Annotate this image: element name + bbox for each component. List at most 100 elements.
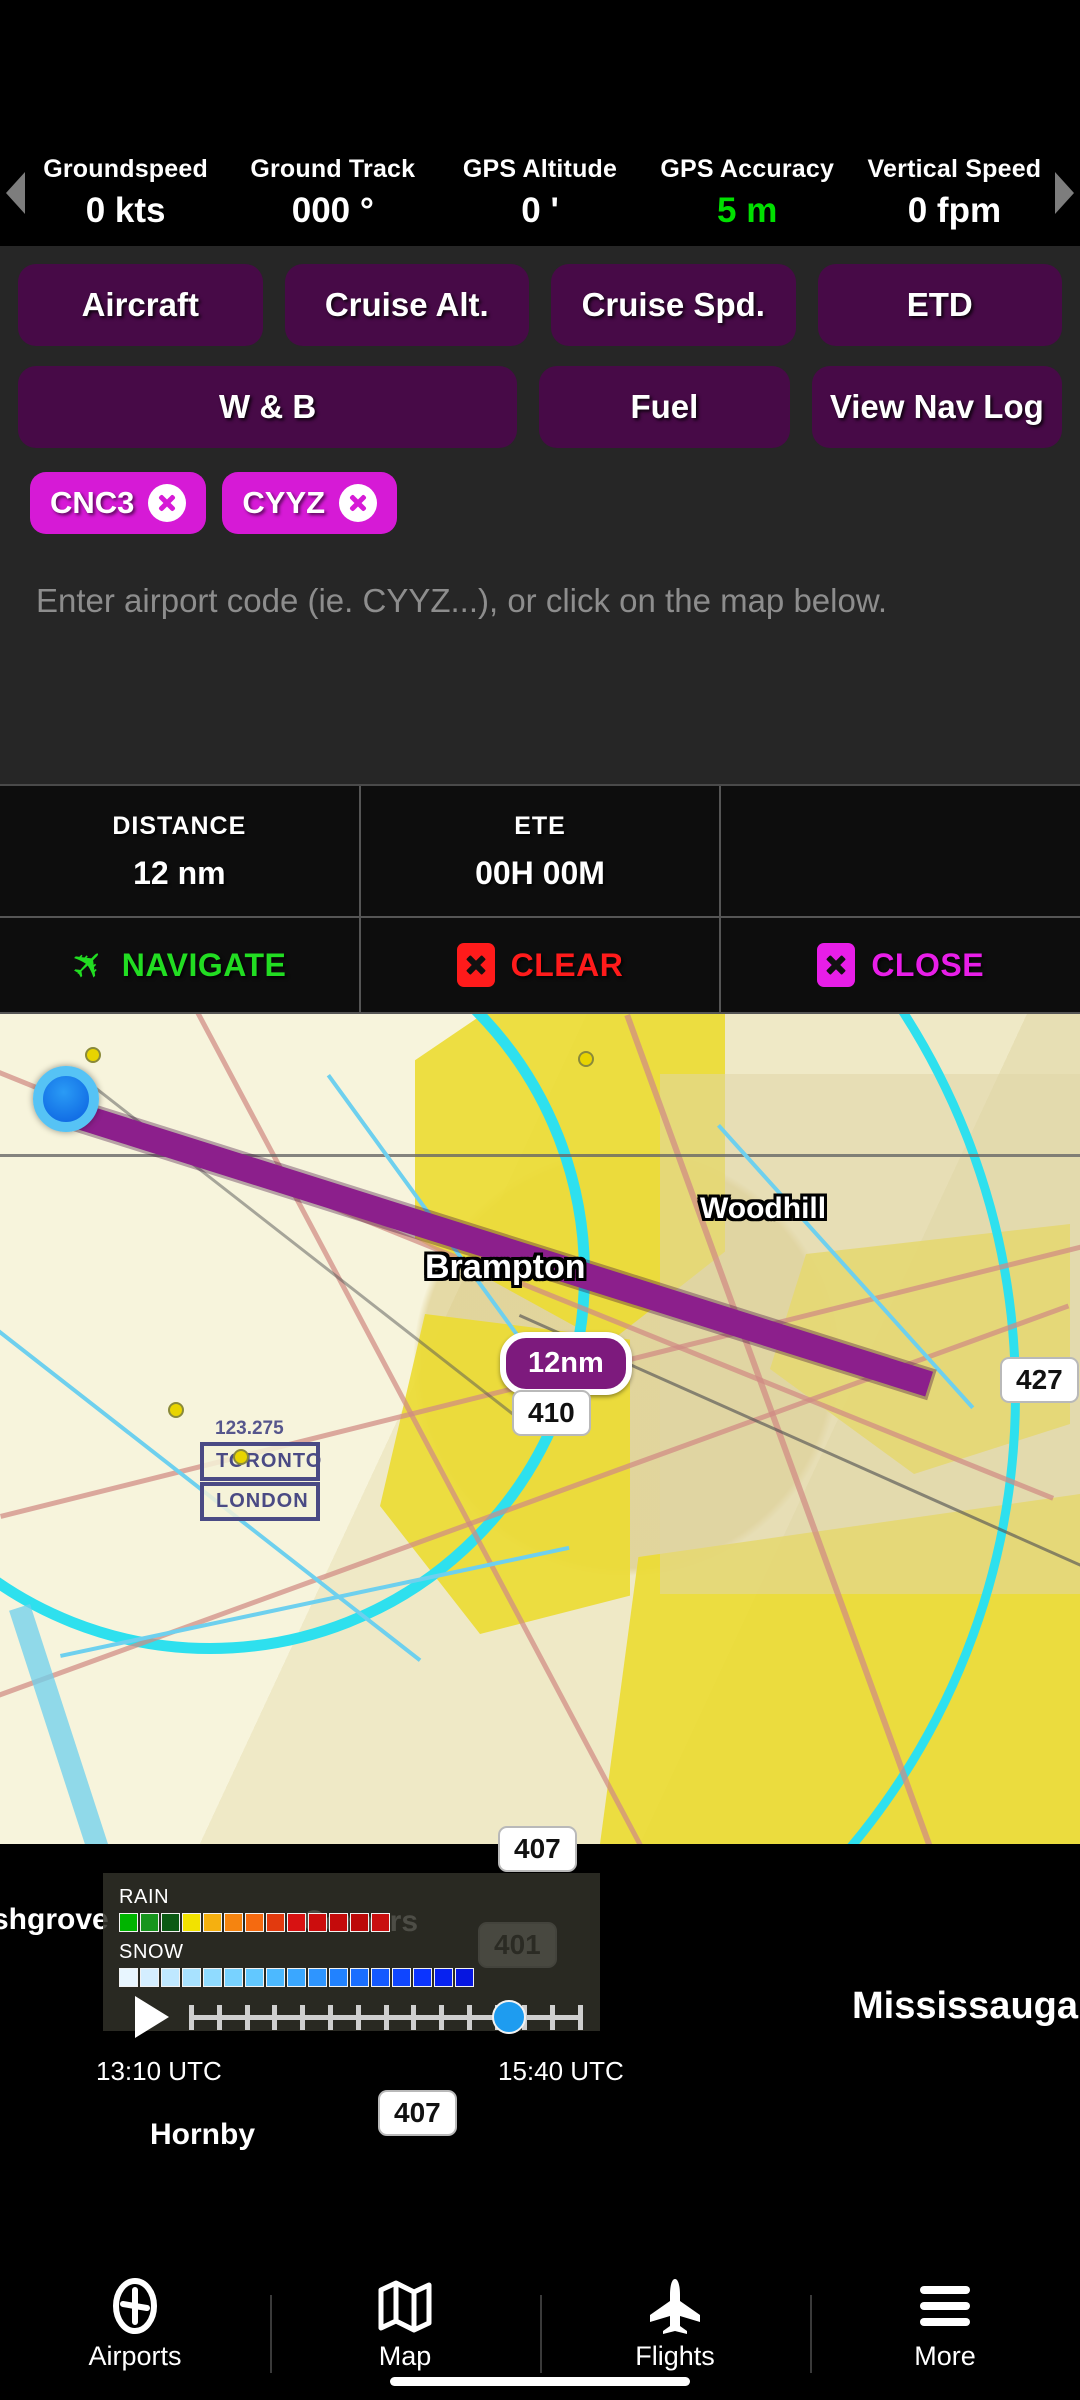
snow-swatch <box>413 1968 432 1987</box>
highway-shield-410: 410 <box>512 1390 591 1436</box>
gps-label: GPS Altitude <box>462 155 618 183</box>
app-root: Groundspeed 0 kts Ground Track 000 ° GPS… <box>0 0 1080 2400</box>
snow-swatch <box>455 1968 474 1987</box>
timeline-tick <box>355 2005 361 2030</box>
rain-swatch <box>329 1913 348 1932</box>
gps-label: Vertical Speed <box>867 155 1042 183</box>
metric-label: DISTANCE <box>112 812 247 840</box>
frequency-label: 123.275 <box>215 1418 284 1439</box>
waypoint-chip-label: CYYZ <box>242 485 326 520</box>
hamburger-menu-icon <box>810 2277 1080 2335</box>
timeline-tick <box>244 2005 250 2030</box>
waypoint-dot-1 <box>85 1047 101 1063</box>
timeline-knob[interactable] <box>492 2000 527 2034</box>
etd-button[interactable]: ETD <box>817 264 1062 346</box>
gps-value: 0 kts <box>85 191 166 230</box>
close-square-icon <box>817 943 856 987</box>
rain-swatch <box>287 1913 306 1932</box>
map-icon <box>270 2277 540 2335</box>
snow-swatch <box>119 1968 138 1987</box>
rain-swatch <box>371 1913 390 1932</box>
rain-swatch <box>350 1913 369 1932</box>
frequency-box-london: LONDON <box>200 1482 320 1521</box>
view-nav-log-button[interactable]: View Nav Log <box>811 366 1062 448</box>
snow-swatch <box>161 1968 180 1987</box>
close-button[interactable]: CLOSE <box>721 918 1080 1012</box>
metric-label: ETE <box>514 812 566 840</box>
radar-timeline-slider[interactable] <box>189 1996 583 2038</box>
place-label-brampton: Brampton <box>425 1248 586 1286</box>
planner-button-row-1: Aircraft Cruise Alt. Cruise Spd. ETD <box>18 264 1062 346</box>
timeline-tick <box>272 2005 278 2030</box>
gps-label: GPS Accuracy <box>660 155 835 183</box>
gps-cell-groundspeed[interactable]: Groundspeed 0 kts <box>22 155 229 231</box>
rain-swatch <box>245 1913 264 1932</box>
home-indicator <box>390 2377 690 2386</box>
clear-button[interactable]: CLEAR <box>361 918 722 1012</box>
snow-swatch <box>140 1968 159 1987</box>
fuel-button[interactable]: Fuel <box>539 366 790 448</box>
gps-label: Groundspeed <box>43 155 208 183</box>
gps-cell-gps-altitude[interactable]: GPS Altitude 0 ' <box>436 155 643 231</box>
timeline-tick <box>411 2005 417 2030</box>
cruise-spd-button[interactable]: Cruise Spd. <box>551 264 796 346</box>
timeline-tick <box>578 2005 583 2030</box>
timeline-tick <box>383 2005 389 2030</box>
snow-swatch <box>350 1968 369 1987</box>
cruise-alt-button[interactable]: Cruise Alt. <box>284 264 529 346</box>
snow-swatch <box>329 1968 348 1987</box>
weather-radar-panel[interactable]: RAIN SNOW <box>103 1873 600 2038</box>
nav-label: Map <box>378 2340 432 2371</box>
radar-start-time: 13:10 UTC <box>96 2056 222 2086</box>
snow-swatch <box>392 1968 411 1987</box>
highway-shield-407-b: 407 <box>378 2090 457 2136</box>
route-start-marker-cnc3[interactable] <box>33 1066 99 1132</box>
chevron-right-icon[interactable] <box>1055 172 1074 214</box>
navigate-button[interactable]: ✈ NAVIGATE <box>0 918 361 1012</box>
timeline-tick <box>439 2005 445 2030</box>
frequency-box-toronto: TORONTO <box>200 1442 321 1481</box>
close-label: CLOSE <box>871 946 985 983</box>
gps-label: Ground Track <box>250 155 416 183</box>
navigate-label: NAVIGATE <box>121 946 287 983</box>
metric-distance: DISTANCE 12 nm <box>0 786 361 916</box>
weight-balance-button[interactable]: W & B <box>18 366 518 448</box>
nav-label: Flights <box>635 2340 715 2371</box>
snow-swatch <box>245 1968 264 1987</box>
close-icon[interactable] <box>148 484 187 522</box>
waypoint-chip-label: CNC3 <box>50 485 135 520</box>
rain-swatch <box>266 1913 285 1932</box>
rain-swatch <box>161 1913 180 1932</box>
gps-value: 5 m <box>717 191 778 230</box>
gps-cell-gps-accuracy[interactable]: GPS Accuracy 5 m <box>644 155 851 231</box>
nav-item-more[interactable]: More <box>810 2277 1080 2373</box>
waypoint-chip-cnc3[interactable]: CNC3 <box>30 472 207 534</box>
aircraft-button[interactable]: Aircraft <box>18 264 263 346</box>
airport-code-input-hint[interactable]: Enter airport code (ie. CYYZ...), or cli… <box>18 534 1062 620</box>
highway-shield-407: 407 <box>498 1826 577 1872</box>
close-icon[interactable] <box>339 484 378 522</box>
nav-item-airports[interactable]: Airports <box>0 2277 270 2372</box>
snow-swatch <box>287 1968 306 1987</box>
metric-empty <box>721 786 1080 916</box>
close-square-icon <box>456 943 495 987</box>
highway-shield-427: 427 <box>1000 1357 1079 1403</box>
snow-swatch <box>308 1968 327 1987</box>
rain-swatch <box>308 1913 327 1932</box>
chevron-left-icon[interactable] <box>6 172 25 214</box>
timeline-tick <box>466 2005 472 2030</box>
nav-item-flights[interactable]: Flights <box>540 2277 810 2373</box>
play-icon[interactable] <box>135 1996 169 2038</box>
timeline-tick <box>550 2005 556 2030</box>
gps-cell-vertical-speed[interactable]: Vertical Speed 0 fpm <box>851 155 1058 231</box>
gps-cell-ground-track[interactable]: Ground Track 000 ° <box>229 155 436 231</box>
airport-compass-icon <box>0 2277 270 2335</box>
gps-status-strip: Groundspeed 0 kts Ground Track 000 ° GPS… <box>0 140 1080 246</box>
clear-label: CLEAR <box>510 946 624 983</box>
snow-swatch <box>203 1968 222 1987</box>
radar-playback-controls <box>119 1996 584 2038</box>
nav-item-map[interactable]: Map <box>270 2277 540 2373</box>
waypoint-chip-cyyz[interactable]: CYYZ <box>222 472 398 534</box>
radar-end-time: 15:40 UTC <box>498 2056 624 2086</box>
airplane-icon: ✈ <box>61 937 117 993</box>
